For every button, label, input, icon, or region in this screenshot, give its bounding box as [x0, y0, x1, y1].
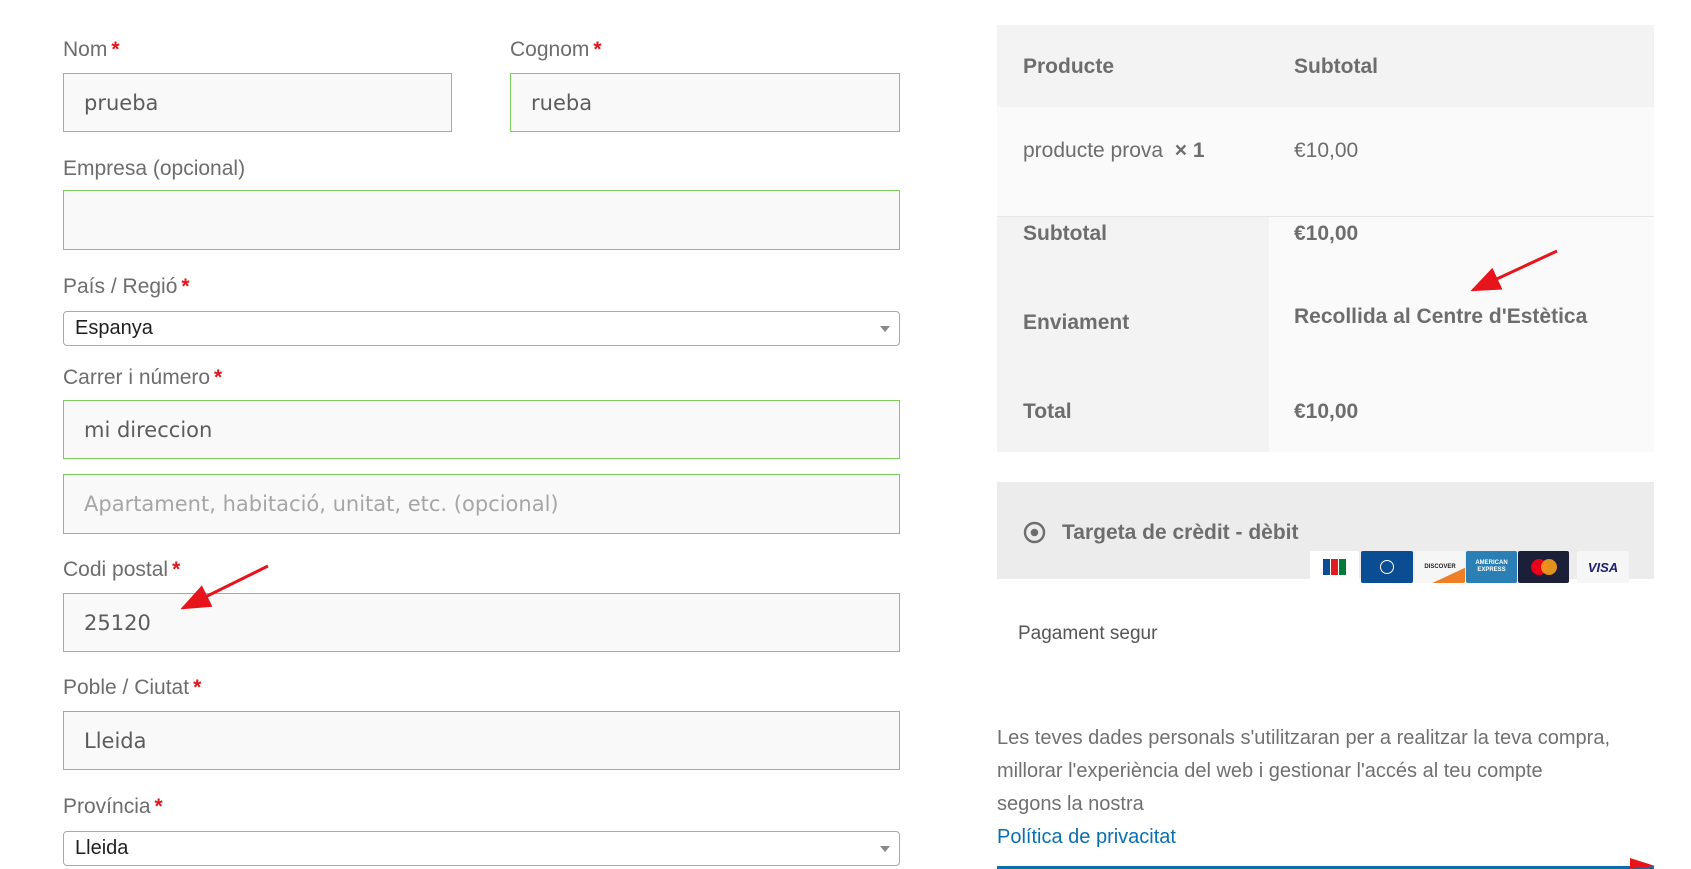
diners-club-card-icon	[1361, 551, 1413, 583]
subtotal-value: €10,00	[1294, 222, 1359, 245]
province-label: Província *	[63, 795, 163, 818]
subtotal-header: Subtotal	[1294, 55, 1378, 78]
company-label: Empresa (opcional)	[63, 157, 246, 180]
last-name-label: Cognom *	[510, 38, 602, 61]
privacy-notice: Les teves dades personals s'utilitzaran …	[997, 722, 1677, 854]
country-label: País / Regió *	[63, 275, 190, 298]
item-price: €10,00	[1294, 139, 1359, 162]
product-header: Producte	[1023, 55, 1115, 78]
city-label: Poble / Ciutat *	[63, 676, 202, 699]
item-quantity: × 1	[1174, 139, 1205, 162]
company-input[interactable]	[63, 190, 900, 250]
payment-method-label[interactable]: Targeta de crèdit - dèbit	[1062, 521, 1299, 545]
shipping-value: Recollida al Centre d'Estètica	[1294, 305, 1588, 328]
american-express-card-icon: AMERICAN EXPRESS	[1466, 551, 1517, 583]
province-select[interactable]: Lleida	[63, 831, 900, 866]
postcode-input[interactable]: 25120	[63, 593, 900, 652]
mastercard-card-icon	[1518, 551, 1569, 583]
visa-card-icon: VISA	[1577, 551, 1629, 583]
country-select[interactable]: Espanya	[63, 311, 900, 346]
street-line2-input[interactable]: Apartament, habitació, unitat, etc. (opc…	[63, 474, 900, 534]
postcode-label: Codi postal *	[63, 558, 181, 581]
total-value: €10,00	[1294, 400, 1359, 423]
subtotal-label: Subtotal	[1023, 222, 1107, 245]
last-name-input[interactable]: rueba	[510, 73, 900, 132]
radio-selected-icon	[1023, 521, 1046, 544]
city-input[interactable]: Lleida	[63, 711, 900, 770]
chevron-down-icon	[880, 845, 890, 852]
street-input[interactable]: mi direccion	[63, 400, 900, 459]
chevron-down-icon	[880, 325, 890, 332]
first-name-input[interactable]: prueba	[63, 73, 452, 132]
first-name-label: Nom *	[63, 38, 120, 61]
shipping-label: Enviament	[1023, 311, 1130, 334]
privacy-text-line: millorar l'experiència del web i gestion…	[997, 760, 1543, 782]
secure-payment-text: Pagament segur	[1018, 623, 1158, 644]
privacy-text-line: segons la nostra	[997, 793, 1144, 815]
privacy-policy-link[interactable]: Política de privacitat	[997, 821, 1677, 854]
privacy-text-line: Les teves dades personals s'utilitzaran …	[997, 727, 1611, 749]
discover-card-icon: DISCOVER	[1415, 551, 1465, 583]
payment-radio[interactable]	[1023, 521, 1046, 544]
item-name: producte prova × 1	[1023, 139, 1205, 162]
street-label: Carrer i número *	[63, 366, 223, 389]
jcb-card-icon	[1310, 551, 1359, 583]
total-label: Total	[1023, 400, 1072, 423]
